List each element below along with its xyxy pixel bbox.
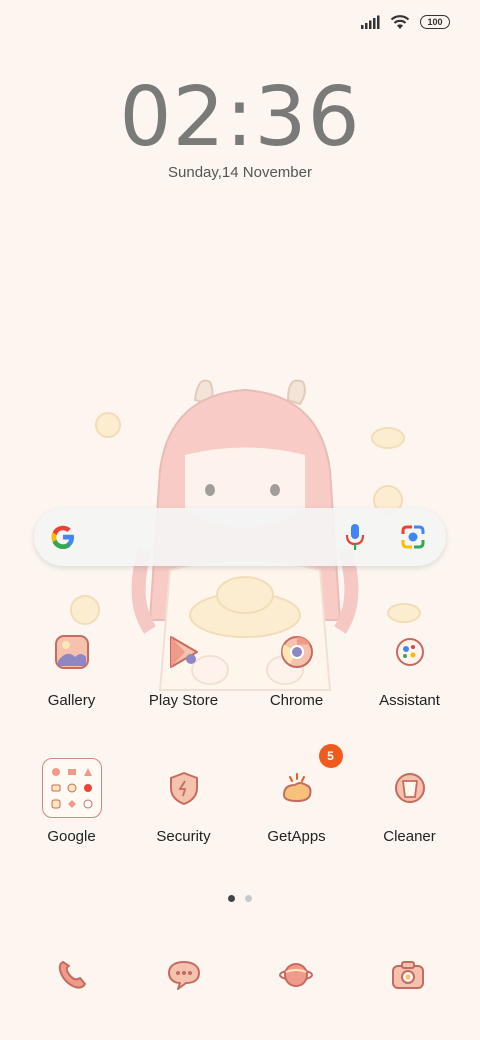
google-search-bar[interactable] xyxy=(34,508,446,566)
security-icon xyxy=(169,772,198,805)
app-gallery[interactable]: Gallery xyxy=(15,620,128,709)
app-label: GetApps xyxy=(267,828,326,845)
app-assistant[interactable]: Assistant xyxy=(353,620,466,709)
clock-date[interactable]: Sunday,14 November xyxy=(0,164,480,181)
play-store-icon xyxy=(169,636,198,668)
page-dot-active[interactable] xyxy=(228,895,235,902)
app-play-store[interactable]: Play Store xyxy=(127,620,240,709)
signal-icon xyxy=(361,15,380,29)
dock-messages[interactable] xyxy=(154,950,214,1000)
dock-browser[interactable] xyxy=(266,950,326,1000)
phone-icon xyxy=(58,961,86,989)
app-label: Play Store xyxy=(148,692,219,709)
page-indicator xyxy=(228,895,252,902)
app-cleaner[interactable]: Cleaner xyxy=(353,756,466,845)
app-label: Assistant xyxy=(379,692,440,709)
app-security[interactable]: Security xyxy=(127,756,240,845)
app-getapps[interactable]: 5 GetApps xyxy=(240,744,353,845)
browser-icon xyxy=(279,963,313,987)
getapps-icon xyxy=(282,773,311,803)
folder-google[interactable]: Google xyxy=(15,756,128,845)
app-chrome[interactable]: Chrome xyxy=(240,620,353,709)
google-folder-icon xyxy=(41,758,102,818)
page-dot[interactable] xyxy=(245,895,252,902)
cleaner-icon xyxy=(394,773,425,803)
google-logo-icon[interactable] xyxy=(48,522,78,552)
app-label: Cleaner xyxy=(383,828,436,845)
chrome-icon xyxy=(280,636,313,668)
wifi-icon xyxy=(390,15,410,29)
app-label: Google xyxy=(47,828,96,845)
app-label: Gallery xyxy=(47,692,96,709)
app-label: Security xyxy=(156,828,211,845)
mic-icon[interactable] xyxy=(344,523,366,551)
clock-time[interactable]: 02:36 xyxy=(0,70,480,165)
battery-indicator: 100 xyxy=(420,15,450,29)
gallery-icon xyxy=(54,635,89,669)
dock-camera[interactable] xyxy=(378,950,438,1000)
messages-icon xyxy=(168,961,200,990)
assistant-icon xyxy=(395,638,424,666)
app-label: Chrome xyxy=(269,692,324,709)
camera-icon xyxy=(392,961,424,989)
dock-phone[interactable] xyxy=(42,950,102,1000)
notification-badge: 5 xyxy=(318,744,343,768)
status-bar: 100 xyxy=(360,14,450,30)
lens-icon[interactable] xyxy=(400,524,426,550)
